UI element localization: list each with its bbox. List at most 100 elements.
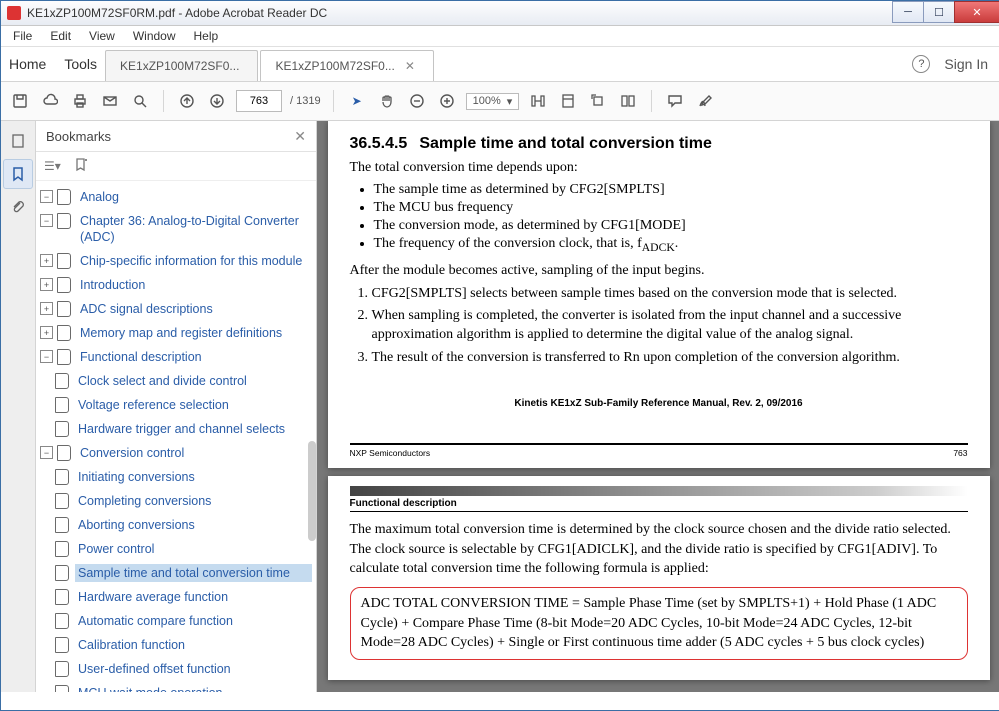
thumbnails-tab-icon[interactable] <box>4 127 32 155</box>
bookmark-item[interactable]: User-defined offset function <box>75 660 312 678</box>
bookmark-item[interactable]: Chapter 36: Analog-to-Digital Converter … <box>77 212 312 246</box>
rotate-icon[interactable] <box>587 90 609 112</box>
window-titlebar: KE1xZP100M72SF0RM.pdf - Adobe Acrobat Re… <box>1 1 999 26</box>
tab-doc-2[interactable]: KE1xZP100M72SF0... ✕ <box>260 50 433 81</box>
heading-number: 36.5.4.5 <box>350 135 408 152</box>
bookmark-item[interactable]: Conversion control <box>77 444 312 462</box>
app-icon <box>7 6 21 20</box>
formula-text: ADC TOTAL CONVERSION TIME = Sample Phase… <box>361 594 957 653</box>
save-icon[interactable] <box>9 90 31 112</box>
bookmark-item-selected[interactable]: Sample time and total conversion time <box>75 564 312 582</box>
view-mode-icon[interactable] <box>617 90 639 112</box>
scrollbar-thumb[interactable] <box>308 441 316 541</box>
pdf-page-764: Functional description The maximum total… <box>328 476 990 680</box>
sign-in-link[interactable]: Sign In <box>944 56 988 72</box>
search-icon[interactable] <box>129 90 151 112</box>
bullet-1: The sample time as determined by CFG2[SM… <box>374 182 968 198</box>
sign-icon[interactable] <box>694 90 716 112</box>
bookmark-item[interactable]: Aborting conversions <box>75 516 312 534</box>
para-text: The maximum total conversion time is det… <box>350 520 968 579</box>
bookmark-item[interactable]: Introduction <box>77 276 312 294</box>
chevron-down-icon: ▾ <box>507 95 513 108</box>
hand-tool-icon[interactable] <box>376 90 398 112</box>
side-rail <box>1 121 36 692</box>
zoom-out-icon[interactable] <box>406 90 428 112</box>
bookmark-item[interactable]: Hardware average function <box>75 588 312 606</box>
fit-page-icon[interactable] <box>557 90 579 112</box>
section-header: Functional description <box>350 498 968 512</box>
bookmarks-panel: Bookmarks ✕ ☰▾ −Analog −Chapter 36: Anal… <box>36 121 317 692</box>
menu-edit[interactable]: Edit <box>42 27 79 45</box>
bookmark-item[interactable]: Clock select and divide control <box>75 372 312 390</box>
bullet-2: The MCU bus frequency <box>374 200 968 216</box>
zoom-in-icon[interactable] <box>436 90 458 112</box>
bookmark-item[interactable]: Hardware trigger and channel selects <box>75 420 312 438</box>
mail-icon[interactable] <box>99 90 121 112</box>
menu-help[interactable]: Help <box>186 27 227 45</box>
manual-title: Kinetis KE1xZ Sub-Family Reference Manua… <box>350 398 968 409</box>
attachments-tab-icon[interactable] <box>4 193 32 221</box>
home-button[interactable]: Home <box>9 56 46 72</box>
heading-text: Sample time and total conversion time <box>419 135 712 152</box>
bookmark-item[interactable]: MCU wait mode operation <box>75 684 312 692</box>
bookmark-item[interactable]: Automatic compare function <box>75 612 312 630</box>
fit-width-icon[interactable] <box>527 90 549 112</box>
page-number: 763 <box>953 448 967 458</box>
new-bookmark-icon[interactable] <box>73 157 89 176</box>
vendor-name: NXP Semiconductors <box>350 448 431 458</box>
page-number-input[interactable] <box>236 90 282 112</box>
zoom-select[interactable]: 100% ▾ <box>466 93 520 110</box>
bullet-4: The frequency of the conversion clock, t… <box>374 236 968 254</box>
bookmark-item[interactable]: ADC signal descriptions <box>77 300 312 318</box>
zoom-value: 100% <box>473 95 501 107</box>
menu-bar: File Edit View Window Help <box>1 26 999 47</box>
bookmarks-tree[interactable]: −Analog −Chapter 36: Analog-to-Digital C… <box>36 181 316 692</box>
highlighted-formula: ADC TOTAL CONVERSION TIME = Sample Phase… <box>350 587 968 660</box>
main-toolbar: / 1319 ➤ 100% ▾ <box>1 82 999 121</box>
menu-view[interactable]: View <box>81 27 123 45</box>
window-title: KE1xZP100M72SF0RM.pdf - Adobe Acrobat Re… <box>27 6 893 20</box>
panel-title: Bookmarks <box>46 129 111 144</box>
close-button[interactable]: ✕ <box>954 1 999 23</box>
bullet-3: The conversion mode, as determined by CF… <box>374 218 968 234</box>
ol-1: CFG2[SMPLTS] selects between sample time… <box>372 285 968 304</box>
page-count: / 1319 <box>290 95 321 107</box>
panel-options-icon[interactable]: ☰▾ <box>44 159 61 173</box>
bookmark-item[interactable]: Initiating conversions <box>75 468 312 486</box>
document-viewport[interactable]: 36.5.4.5 Sample time and total conversion… <box>317 121 999 692</box>
cloud-icon[interactable] <box>39 90 61 112</box>
select-tool-icon[interactable]: ➤ <box>346 90 368 112</box>
next-page-icon[interactable] <box>206 90 228 112</box>
tab-label: KE1xZP100M72SF0... <box>120 59 239 73</box>
bookmark-item[interactable]: Calibration function <box>75 636 312 654</box>
bookmark-item[interactable]: Functional description <box>77 348 312 366</box>
bookmark-item[interactable]: Power control <box>75 540 312 558</box>
bookmarks-tab-icon[interactable] <box>3 159 33 189</box>
help-icon[interactable]: ? <box>912 55 930 73</box>
bookmark-item[interactable]: Chip-specific information for this modul… <box>77 252 312 270</box>
bookmark-item[interactable]: Completing conversions <box>75 492 312 510</box>
tab-close-icon[interactable]: ✕ <box>405 59 415 73</box>
ol-3: The result of the conversion is transfer… <box>372 349 968 368</box>
intro-text: The total conversion time depends upon: <box>350 159 968 178</box>
menu-window[interactable]: Window <box>125 27 184 45</box>
tab-doc-1[interactable]: KE1xZP100M72SF0... <box>105 50 258 81</box>
menu-file[interactable]: File <box>5 27 40 45</box>
tab-label: KE1xZP100M72SF0... <box>275 59 394 73</box>
comment-icon[interactable] <box>664 90 686 112</box>
minimize-button[interactable]: ─ <box>892 1 924 23</box>
prev-page-icon[interactable] <box>176 90 198 112</box>
tools-button[interactable]: Tools <box>64 56 97 72</box>
maximize-button[interactable]: ☐ <box>923 1 955 23</box>
pdf-page-763: 36.5.4.5 Sample time and total conversion… <box>328 121 990 468</box>
header-gradient <box>350 486 968 496</box>
bookmark-item[interactable]: Memory map and register definitions <box>77 324 312 342</box>
after-text: After the module becomes active, samplin… <box>350 262 968 281</box>
panel-close-icon[interactable]: ✕ <box>294 128 306 145</box>
print-icon[interactable] <box>69 90 91 112</box>
bookmark-item[interactable]: Analog <box>77 188 312 206</box>
document-tab-row: Home Tools KE1xZP100M72SF0... KE1xZP100M… <box>1 47 999 82</box>
torn-edge <box>1 692 999 710</box>
bookmark-item[interactable]: Voltage reference selection <box>75 396 312 414</box>
ol-2: When sampling is completed, the converte… <box>372 307 968 345</box>
